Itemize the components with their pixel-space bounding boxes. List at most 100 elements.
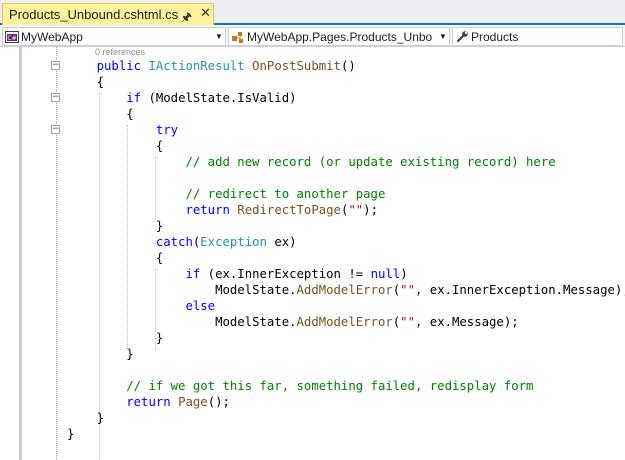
- code-token: {: [67, 107, 134, 121]
- tab-title: Products_Unbound.cshtml.cs: [9, 7, 179, 22]
- code-line[interactable]: }: [67, 410, 104, 426]
- code-token: AddModelError: [296, 283, 393, 297]
- code-token: // redirect to another page: [185, 187, 386, 201]
- code-token: OnPostSubmit: [252, 59, 341, 73]
- code-line[interactable]: {: [67, 250, 163, 266]
- code-line[interactable]: ModelState.AddModelError("", ex.InnerExc…: [67, 282, 625, 298]
- code-line[interactable]: }: [67, 426, 74, 442]
- code-token: catch: [155, 235, 193, 249]
- code-token: }: [67, 347, 134, 361]
- type-dropdown[interactable]: MyWebApp.Pages.Products_Unbo ▼: [228, 27, 450, 46]
- code-line[interactable]: if (ex.InnerException != null): [67, 266, 408, 282]
- code-token: return: [185, 203, 230, 217]
- svg-text:C#: C#: [7, 35, 16, 42]
- code-editor[interactable]: − − − 0 references public IActionResult …: [0, 47, 625, 460]
- document-tab[interactable]: Products_Unbound.cshtml.cs 🖈︎ ✕: [2, 3, 214, 25]
- csharp-project-icon: C#: [3, 28, 21, 45]
- code-token: Page: [178, 395, 208, 409]
- code-token: "": [348, 203, 364, 217]
- code-token: ModelState.: [67, 283, 297, 297]
- code-token: );: [363, 203, 378, 217]
- code-line[interactable]: return Page();: [67, 394, 230, 410]
- code-token: , ex.Message);: [414, 315, 519, 329]
- code-token: {: [67, 251, 164, 265]
- code-line[interactable]: }: [67, 346, 134, 362]
- code-token: null: [370, 267, 401, 281]
- code-token: try: [155, 123, 179, 137]
- code-token: // add new record (or update existing re…: [185, 155, 556, 169]
- code-token: }: [67, 411, 105, 425]
- collapse-icon[interactable]: −: [51, 125, 60, 134]
- project-dropdown[interactable]: C# MyWebApp ▼: [2, 27, 226, 46]
- code-token: RedirectToPage: [237, 203, 341, 217]
- code-token: ex): [266, 235, 297, 249]
- member-name: Products: [471, 29, 519, 44]
- code-line[interactable]: {: [67, 106, 134, 122]
- close-icon[interactable]: ✕: [200, 6, 211, 21]
- code-token: {: [67, 75, 105, 89]
- code-token: }: [67, 331, 164, 345]
- change-tracking-margin: [19, 47, 22, 460]
- code-line[interactable]: catch(Exception ex): [67, 234, 297, 250]
- collapse-icon[interactable]: −: [51, 61, 60, 70]
- code-token: if: [126, 91, 142, 105]
- code-line[interactable]: try: [67, 122, 178, 138]
- code-token: public: [96, 59, 142, 73]
- code-token: "": [400, 315, 415, 329]
- code-token: , ex.InnerException.Message);: [414, 283, 625, 297]
- code-token: // if we got this far, something failed,…: [126, 379, 534, 393]
- navigation-bar: C# MyWebApp ▼ MyWebApp.Pages.Products_Un…: [0, 25, 625, 47]
- code-line[interactable]: public IActionResult OnPostSubmit(): [67, 58, 356, 74]
- code-token: (ex.InnerException !=: [200, 267, 371, 281]
- chevron-down-icon[interactable]: ▼: [213, 32, 225, 41]
- code-token: ): [400, 267, 408, 281]
- code-line[interactable]: ModelState.AddModelError("", ex.Message)…: [67, 314, 519, 330]
- code-line[interactable]: {: [67, 138, 163, 154]
- collapse-icon[interactable]: −: [51, 93, 60, 102]
- code-line[interactable]: }: [67, 218, 163, 234]
- outlining-margin: [56, 47, 57, 460]
- code-token: ModelState.: [67, 315, 297, 329]
- code-token: (): [340, 59, 356, 73]
- code-token: (ModelState.IsValid): [141, 91, 297, 105]
- code-token: "": [400, 283, 415, 297]
- code-line[interactable]: // add new record (or update existing re…: [67, 154, 556, 170]
- code-token: }: [67, 219, 164, 233]
- code-line[interactable]: else: [67, 298, 215, 314]
- code-token: }: [67, 427, 75, 441]
- code-token: else: [185, 299, 216, 313]
- code-token: Exception: [200, 235, 267, 249]
- project-name: MyWebApp: [21, 29, 83, 44]
- code-line[interactable]: {: [67, 74, 104, 90]
- code-line[interactable]: // if we got this far, something failed,…: [67, 378, 533, 394]
- code-token: {: [67, 139, 164, 153]
- code-token: IActionResult: [148, 59, 245, 73]
- type-name: MyWebApp.Pages.Products_Unbo: [247, 29, 433, 44]
- wrench-icon: [453, 28, 471, 45]
- class-icon: [229, 28, 247, 45]
- code-token: if: [185, 267, 201, 281]
- code-token: AddModelError: [296, 315, 393, 329]
- code-line[interactable]: return RedirectToPage("");: [67, 202, 378, 218]
- code-token: return: [126, 395, 171, 409]
- code-line[interactable]: }: [67, 330, 163, 346]
- code-line[interactable]: // redirect to another page: [67, 186, 385, 202]
- code-token: ();: [207, 395, 230, 409]
- code-line[interactable]: if (ModelState.IsValid): [67, 90, 297, 106]
- code-lens-references[interactable]: 0 references: [95, 47, 145, 58]
- chevron-down-icon[interactable]: ▼: [437, 32, 449, 41]
- member-dropdown[interactable]: Products: [452, 27, 623, 46]
